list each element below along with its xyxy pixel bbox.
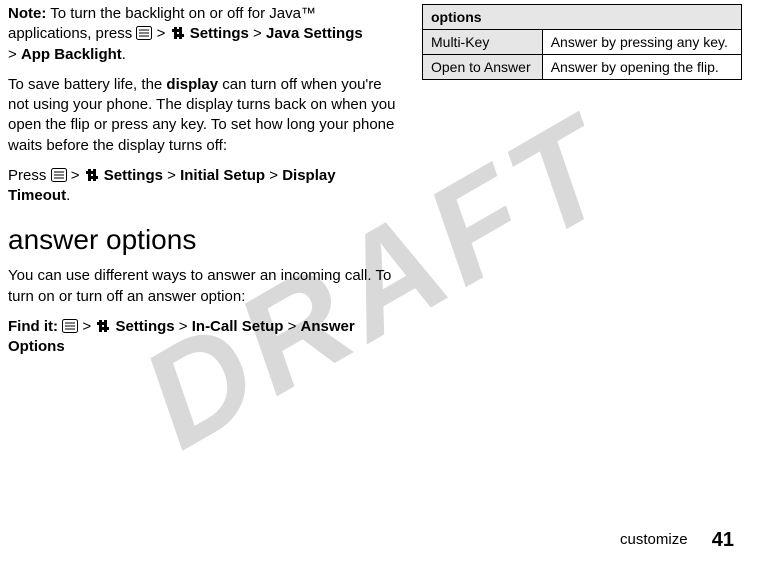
table-header-row: options [423,5,742,30]
menu-key-icon-3 [62,319,78,333]
row-desc-1: Answer by opening the flip. [542,55,741,80]
page-content: Note: To turn the backlight on or off fo… [0,0,758,564]
press-paragraph: Press > Settings > Initial Setup > Displ… [8,166,398,207]
display-intro: To save battery life, the [8,76,166,93]
menu-key-icon [136,26,152,40]
gt-5: > [167,167,176,184]
right-column: options Multi-Key Answer by pressing any… [422,4,750,564]
gt-7: > [82,318,91,335]
answer-intro: You can use different ways to answer an … [8,266,398,307]
options-header: options [423,5,742,30]
left-column: Note: To turn the backlight on or off fo… [8,4,398,564]
table-row: Multi-Key Answer by pressing any key. [423,30,742,55]
app-backlight: App Backlight [21,46,122,63]
note-paragraph: Note: To turn the backlight on or off fo… [8,4,398,65]
gt-8: > [179,318,188,335]
gt-6: > [269,167,278,184]
settings-icon-3 [95,319,111,333]
gt-2: > [253,25,262,42]
row-label-1: Open to Answer [423,55,543,80]
java-settings: Java Settings [266,25,363,42]
find-it-paragraph: Find it: > Settings > In-Call Setup > An… [8,317,398,358]
table-row: Open to Answer Answer by opening the fli… [423,55,742,80]
display-word: display [166,76,218,93]
in-call-setup: In-Call Setup [192,318,284,335]
menu-key-icon-2 [51,168,67,182]
gt-3: > [8,46,17,63]
note-label: Note: [8,5,46,22]
settings-icon-1 [170,26,186,40]
row-desc-0: Answer by pressing any key. [542,30,741,55]
press-label: Press [8,167,51,184]
settings-3: Settings [115,318,174,335]
answer-options-heading: answer options [8,224,398,256]
gt-4: > [71,167,80,184]
display-paragraph: To save battery life, the display can tu… [8,75,398,156]
settings-1: Settings [190,25,249,42]
options-table: options Multi-Key Answer by pressing any… [422,4,742,80]
settings-2: Settings [104,167,163,184]
find-it-label: Find it: [8,318,58,335]
gt-1: > [157,25,166,42]
row-label-0: Multi-Key [423,30,543,55]
settings-icon-2 [84,168,100,182]
initial-setup: Initial Setup [180,167,265,184]
gt-9: > [288,318,297,335]
